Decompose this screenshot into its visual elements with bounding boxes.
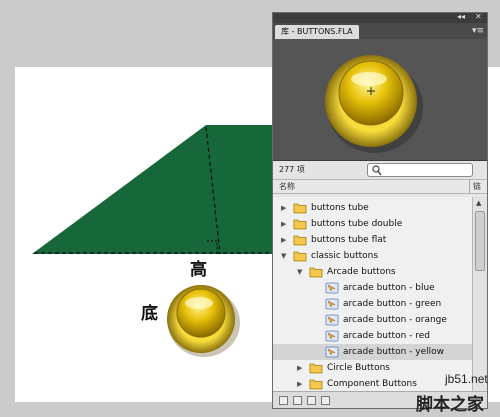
folder-icon [293,203,307,214]
button-symbol-icon [325,282,339,294]
scroll-up-icon[interactable]: ▲ [476,199,481,207]
watermark-text: 脚本之家 [416,395,484,415]
panel-tab-bar: 库 - BUTTONS.FLA ▾≡ [273,23,487,39]
library-tree: ▶ buttons tube ▶ buttons tube double ▶ button… [273,197,473,393]
library-item-row[interactable]: arcade button - red [273,328,473,344]
collapse-icon[interactable]: ◂◂ [457,13,465,23]
panel-top-bar: ◂◂ ✕ [273,13,487,23]
height-label: 高 [190,260,207,280]
expand-arrow-icon[interactable]: ▼ [297,264,302,280]
column-linkage[interactable]: 链 [473,181,481,192]
watermark-url: jb51.net [445,372,488,386]
library-item-label: arcade button - green [343,299,442,309]
search-field[interactable] [367,163,473,177]
folder-icon [309,379,323,390]
button-symbol-icon [325,346,339,358]
stage-arcade-button [167,285,240,357]
close-icon[interactable]: ✕ [475,13,482,23]
delete-icon[interactable] [321,396,330,405]
button-symbol-icon [325,298,339,310]
collapse-arrow-icon[interactable]: ▶ [297,360,302,376]
new-symbol-icon[interactable] [279,396,288,405]
library-folder-row[interactable]: ▶ buttons tube [273,200,473,216]
library-item-row[interactable]: arcade button - green [273,296,473,312]
search-input[interactable] [384,164,470,176]
expand-arrow-icon[interactable]: ▼ [281,248,286,264]
trapezoid-shape [32,125,275,254]
folder-icon [309,363,323,374]
preview-button-graphic [325,55,423,153]
library-item-label: Arcade buttons [327,267,396,277]
library-item-row[interactable]: arcade button - yellow [273,344,473,360]
new-folder-icon[interactable] [293,396,302,405]
library-item-label: Circle Buttons [327,363,390,373]
library-panel: ◂◂ ✕ 库 - BUTTONS.FLA ▾≡ 277 项 名称 链 ▶ but… [272,12,488,409]
collapse-arrow-icon[interactable]: ▶ [297,376,302,392]
tab-library[interactable]: 库 - BUTTONS.FLA [275,25,359,39]
library-item-row[interactable]: arcade button - orange [273,312,473,328]
item-preview [273,39,487,161]
scroll-thumb[interactable] [475,211,485,271]
collapse-arrow-icon[interactable]: ▶ [281,200,286,216]
library-folder-row[interactable]: ▼ Arcade buttons [273,264,473,280]
base-label: 底 [141,304,158,324]
library-item-label: arcade button - orange [343,315,447,325]
library-item-label: classic buttons [311,251,379,261]
library-item-row[interactable]: arcade button - blue [273,280,473,296]
column-separator[interactable] [469,180,470,194]
column-name[interactable]: 名称 [279,181,295,192]
button-symbol-icon [325,314,339,326]
vertical-scrollbar[interactable]: ▲ [472,197,487,393]
item-count: 277 项 [279,165,305,174]
library-folder-row[interactable]: ▼ classic buttons [273,248,473,264]
library-folder-row[interactable]: ▶ buttons tube flat [273,232,473,248]
library-item-label: buttons tube [311,203,369,213]
library-count-bar: 277 项 [273,161,487,180]
panel-menu-icon[interactable]: ▾≡ [472,25,484,37]
properties-icon[interactable] [307,396,316,405]
folder-icon [293,219,307,230]
library-item-label: buttons tube double [311,219,403,229]
library-item-label: arcade button - red [343,331,430,341]
library-item-label: arcade button - yellow [343,347,444,357]
folder-open-icon [309,267,323,278]
folder-open-icon [293,251,307,262]
library-item-label: arcade button - blue [343,283,435,293]
folder-icon [293,235,307,246]
button-symbol-icon [325,330,339,342]
column-header: 名称 链 [273,180,487,194]
library-item-label: buttons tube flat [311,235,387,245]
collapse-arrow-icon[interactable]: ▶ [281,216,286,232]
collapse-arrow-icon[interactable]: ▶ [281,232,286,248]
search-icon [372,165,382,176]
watermark: jb51.net 脚本之家 [412,372,498,415]
library-folder-row[interactable]: ▶ buttons tube double [273,216,473,232]
library-item-label: Component Buttons [327,379,417,389]
